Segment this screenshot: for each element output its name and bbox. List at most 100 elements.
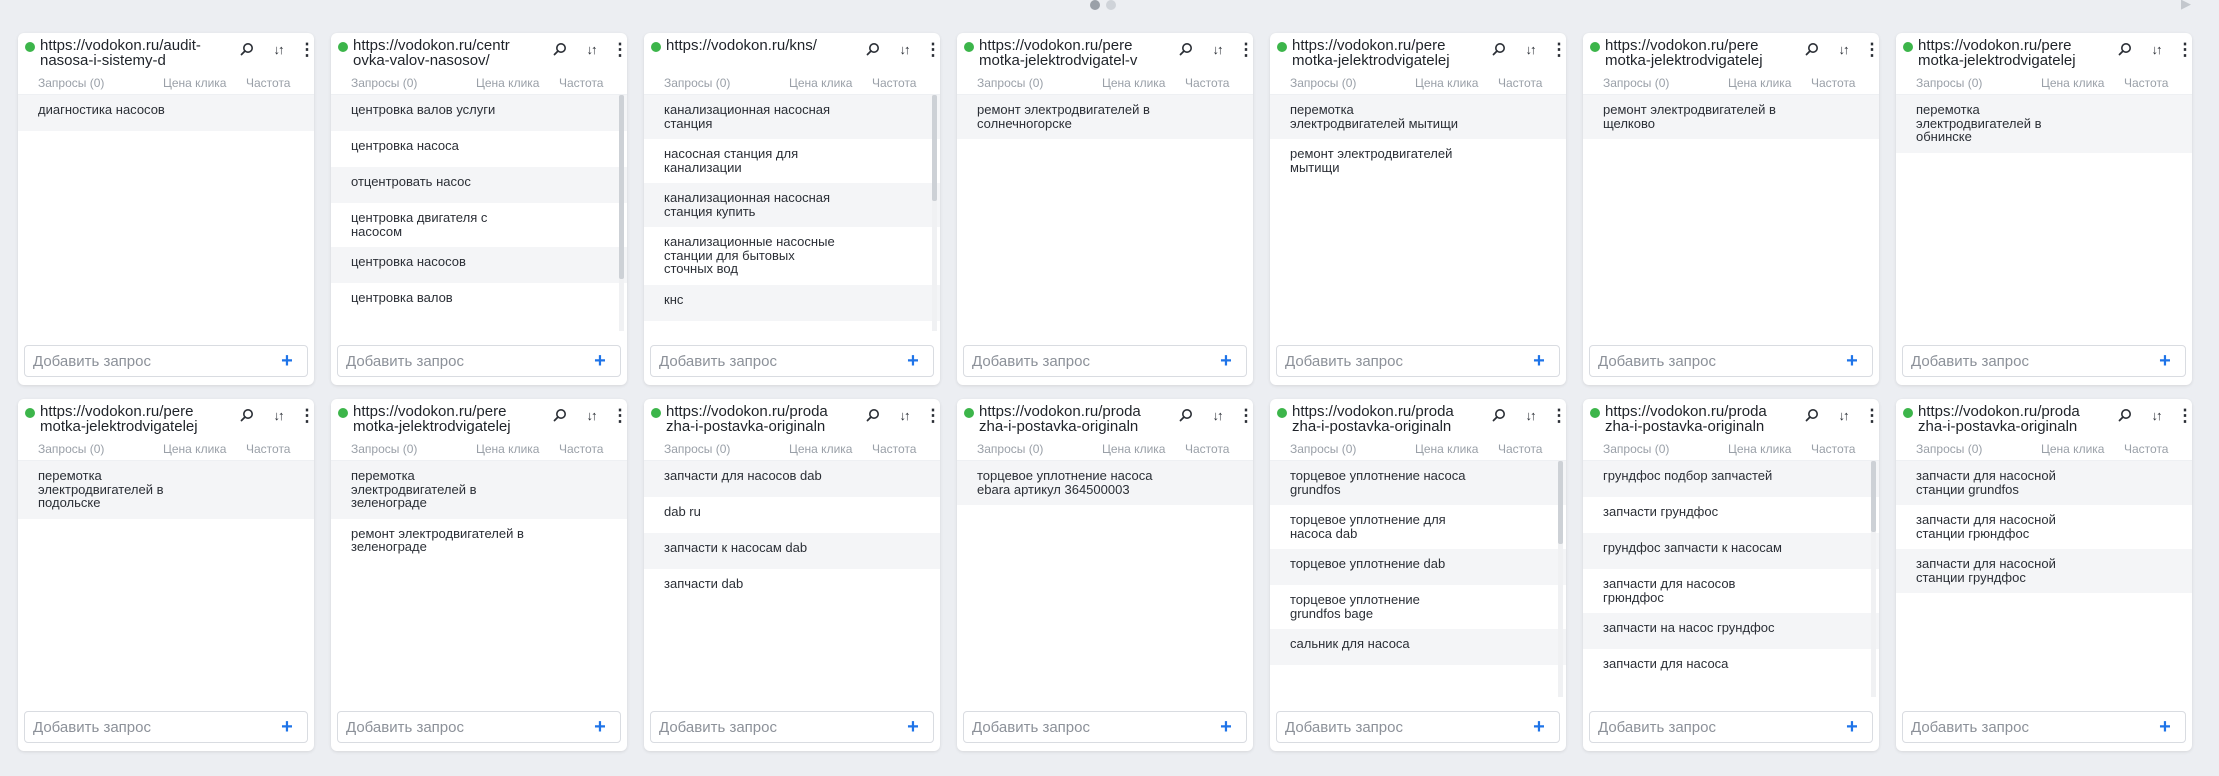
- card-url[interactable]: https://vodokon.ru/peremotka-jelektrodvi…: [979, 38, 1141, 68]
- keyword-row[interactable]: центровка насосов: [331, 247, 627, 283]
- card-url[interactable]: https://vodokon.ru/centrovka-valov-nasos…: [353, 38, 515, 68]
- search-icon[interactable]: [236, 38, 258, 60]
- keyword-row[interactable]: кнс: [644, 284, 940, 321]
- frequency-header[interactable]: Частота: [1498, 442, 1542, 456]
- search-icon[interactable]: [1801, 404, 1823, 426]
- keyword-row[interactable]: запчасти грундфос: [1583, 497, 1879, 533]
- keyword-row[interactable]: dab ru: [644, 497, 940, 533]
- click-price-header[interactable]: Цена клика: [476, 442, 539, 456]
- plus-icon[interactable]: +: [901, 349, 925, 373]
- sort-icon[interactable]: ↓↑: [1519, 38, 1541, 60]
- sort-icon[interactable]: ↓↑: [893, 38, 915, 60]
- requests-header[interactable]: Запросы (0): [1290, 442, 1356, 456]
- more-vertical-icon[interactable]: ⋮: [2174, 404, 2193, 426]
- card-url[interactable]: https://vodokon.ru/prodazha-i-postavka-o…: [979, 404, 1141, 434]
- plus-icon[interactable]: +: [1840, 715, 1864, 739]
- frequency-header[interactable]: Частота: [2124, 76, 2168, 90]
- keyword-row[interactable]: перемотка электродвигателей в зеленоград…: [331, 461, 627, 519]
- sort-icon[interactable]: ↓↑: [1832, 38, 1854, 60]
- click-price-header[interactable]: Цена клика: [1728, 76, 1791, 90]
- add-request-input[interactable]: [26, 347, 267, 375]
- requests-header[interactable]: Запросы (0): [38, 442, 104, 456]
- keyword-row[interactable]: ремонт электродвигателей в солнечногорск…: [957, 95, 1253, 139]
- keyword-row[interactable]: запчасти для насосов грюндфос: [1583, 569, 1879, 613]
- more-vertical-icon[interactable]: ⋮: [922, 38, 941, 60]
- keyword-row[interactable]: запчасти к насосам dab: [644, 533, 940, 569]
- frequency-header[interactable]: Частота: [1498, 76, 1542, 90]
- sort-icon[interactable]: ↓↑: [267, 404, 289, 426]
- keyword-row[interactable]: ремонт электродвигателей мытищи: [1270, 139, 1566, 183]
- keyword-row[interactable]: запчасти для насоса: [1583, 649, 1879, 685]
- sort-icon[interactable]: ↓↑: [2145, 38, 2167, 60]
- more-vertical-icon[interactable]: ⋮: [1235, 404, 1254, 426]
- scrollbar-thumb[interactable]: [1871, 461, 1876, 532]
- card-url[interactable]: https://vodokon.ru/kns/: [666, 38, 828, 68]
- frequency-header[interactable]: Частота: [559, 76, 603, 90]
- card-url[interactable]: https://vodokon.ru/peremotka-jelektrodvi…: [1918, 38, 2080, 68]
- frequency-header[interactable]: Частота: [1811, 442, 1855, 456]
- click-price-header[interactable]: Цена клика: [789, 442, 852, 456]
- add-request-input[interactable]: [965, 713, 1206, 741]
- search-icon[interactable]: [549, 38, 571, 60]
- add-request-input[interactable]: [1904, 347, 2145, 375]
- sort-icon[interactable]: ↓↑: [1832, 404, 1854, 426]
- requests-header[interactable]: Запросы (0): [664, 442, 730, 456]
- add-request-input[interactable]: [1278, 347, 1519, 375]
- requests-header[interactable]: Запросы (0): [351, 442, 417, 456]
- keyword-row[interactable]: запчасти для насосной станции грундфос: [1896, 549, 2192, 593]
- keyword-scrollbar[interactable]: [1558, 461, 1563, 697]
- keyword-row[interactable]: канализационные насосные станции для быт…: [644, 227, 940, 285]
- requests-header[interactable]: Запросы (0): [351, 76, 417, 90]
- search-icon[interactable]: [1801, 38, 1823, 60]
- requests-header[interactable]: Запросы (0): [664, 76, 730, 90]
- sort-icon[interactable]: ↓↑: [267, 38, 289, 60]
- add-request-input[interactable]: [965, 347, 1206, 375]
- click-price-header[interactable]: Цена клика: [1102, 442, 1165, 456]
- more-vertical-icon[interactable]: ⋮: [609, 38, 628, 60]
- keyword-row[interactable]: сальник для насоса: [1270, 629, 1566, 665]
- keyword-row[interactable]: канализационная насосная станция: [644, 95, 940, 139]
- sort-icon[interactable]: ↓↑: [893, 404, 915, 426]
- search-icon[interactable]: [236, 404, 258, 426]
- page-dot[interactable]: [1090, 0, 1100, 10]
- sort-icon[interactable]: ↓↑: [2145, 404, 2167, 426]
- plus-icon[interactable]: +: [588, 349, 612, 373]
- plus-icon[interactable]: +: [275, 349, 299, 373]
- requests-header[interactable]: Запросы (0): [1916, 76, 1982, 90]
- add-request-input[interactable]: [1591, 347, 1832, 375]
- requests-header[interactable]: Запросы (0): [977, 442, 1043, 456]
- card-url[interactable]: https://vodokon.ru/peremotka-jelektrodvi…: [40, 404, 202, 434]
- click-price-header[interactable]: Цена клика: [476, 76, 539, 90]
- scrollbar-thumb[interactable]: [932, 95, 937, 202]
- keyword-row[interactable]: центровка валов услуги: [331, 95, 627, 131]
- frequency-header[interactable]: Частота: [2124, 442, 2168, 456]
- keyword-row[interactable]: запчасти для насосов dab: [644, 461, 940, 497]
- keyword-row[interactable]: ремонт электродвигателей в щелково: [1583, 95, 1879, 139]
- more-vertical-icon[interactable]: ⋮: [2174, 38, 2193, 60]
- frequency-header[interactable]: Частота: [1185, 442, 1229, 456]
- plus-icon[interactable]: +: [1527, 715, 1551, 739]
- requests-header[interactable]: Запросы (0): [1916, 442, 1982, 456]
- frequency-header[interactable]: Частота: [559, 442, 603, 456]
- search-icon[interactable]: [862, 38, 884, 60]
- click-price-header[interactable]: Цена клика: [163, 442, 226, 456]
- sort-icon[interactable]: ↓↑: [580, 404, 602, 426]
- keyword-row[interactable]: торцевое уплотнение насоса ebara артикул…: [957, 461, 1253, 505]
- plus-icon[interactable]: +: [2153, 715, 2177, 739]
- card-url[interactable]: https://vodokon.ru/prodazha-i-postavka-o…: [1918, 404, 2080, 434]
- keyword-scrollbar[interactable]: [619, 95, 624, 331]
- keyword-scrollbar[interactable]: [932, 95, 937, 331]
- plus-icon[interactable]: +: [1214, 715, 1238, 739]
- requests-header[interactable]: Запросы (0): [38, 76, 104, 90]
- keyword-row[interactable]: центровка насоса: [331, 131, 627, 167]
- sort-icon[interactable]: ↓↑: [580, 38, 602, 60]
- card-url[interactable]: https://vodokon.ru/prodazha-i-postavka-o…: [1605, 404, 1767, 434]
- keyword-row[interactable]: грундфос подбор запчастей: [1583, 461, 1879, 497]
- card-url[interactable]: https://vodokon.ru/prodazha-i-postavka-o…: [1292, 404, 1454, 434]
- search-icon[interactable]: [549, 404, 571, 426]
- keyword-row[interactable]: ремонт электродвигателей в зеленограде: [331, 519, 627, 563]
- add-request-input[interactable]: [339, 347, 580, 375]
- more-vertical-icon[interactable]: ⋮: [1235, 38, 1254, 60]
- search-icon[interactable]: [1488, 404, 1510, 426]
- plus-icon[interactable]: +: [588, 715, 612, 739]
